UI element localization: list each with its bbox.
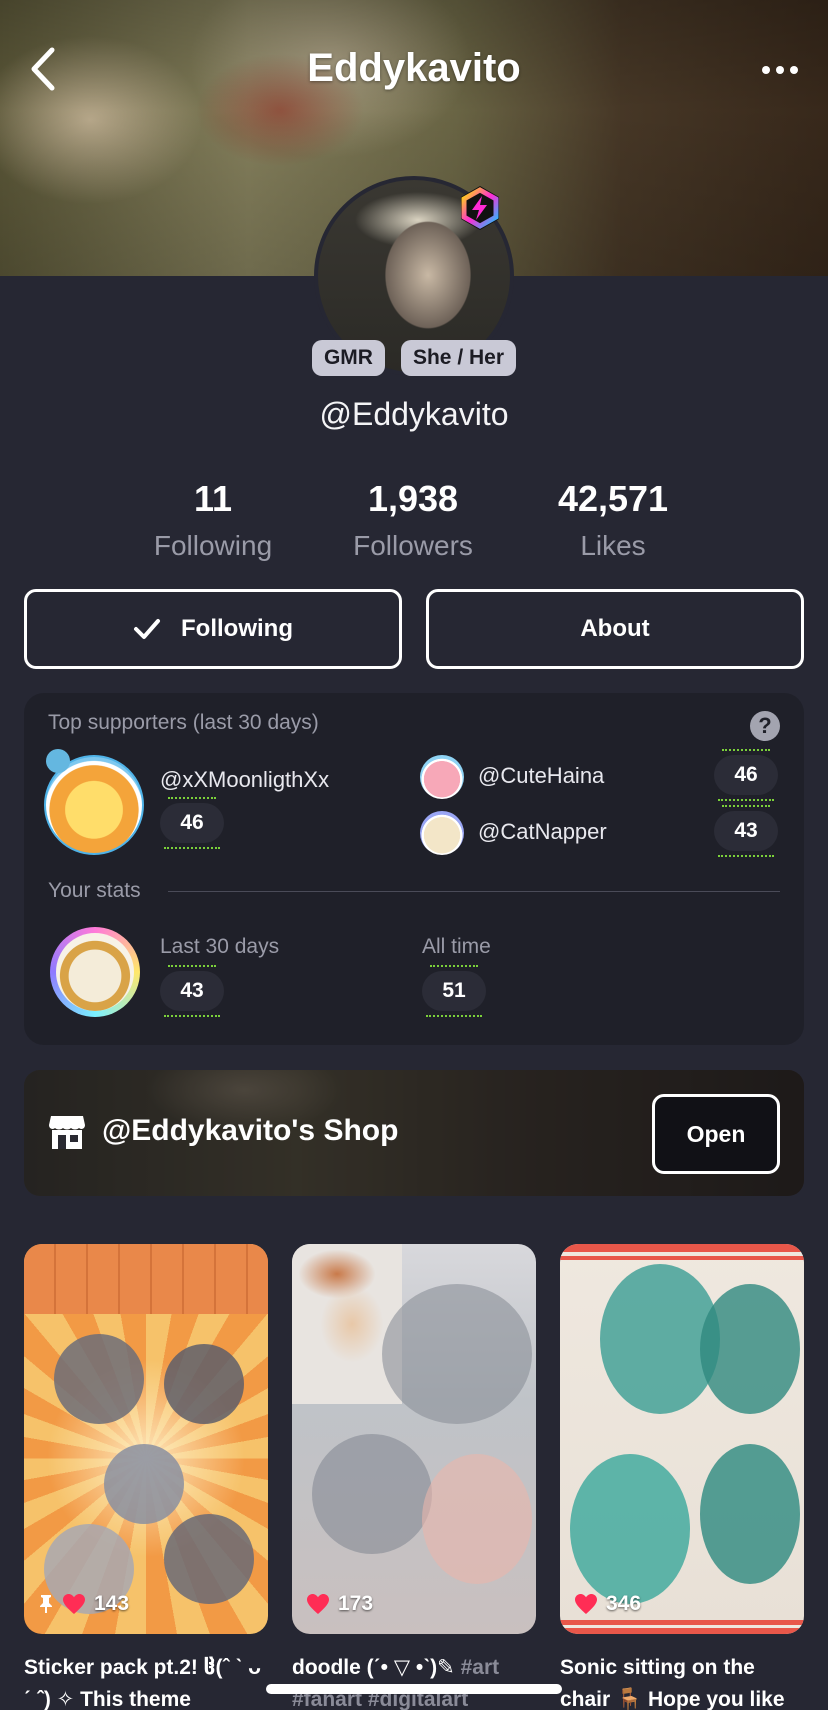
post-thumbnail-figure xyxy=(570,1454,690,1604)
following-button[interactable]: Following xyxy=(24,589,402,669)
post-thumbnail-figure xyxy=(422,1454,532,1584)
post-meta: 143 xyxy=(38,1592,129,1616)
post-like-count: 346 xyxy=(606,1592,642,1615)
divider xyxy=(168,891,780,892)
more-options-button[interactable] xyxy=(758,58,802,82)
last-30-days-label: Last 30 days xyxy=(160,935,280,958)
about-button-label: About xyxy=(580,615,650,642)
all-time-value: 51 xyxy=(422,965,486,1017)
page-title: Eddykavito xyxy=(307,46,521,90)
top-supporter-count: 46 xyxy=(160,797,224,849)
help-icon[interactable]: ? xyxy=(750,711,780,741)
stat-following[interactable]: 11 Following xyxy=(113,478,313,562)
supporter-name-catnapper[interactable]: @CatNapper xyxy=(478,819,607,845)
post-card[interactable]: 173 xyxy=(292,1244,536,1634)
supporter-count-catnapper: 43 xyxy=(714,805,778,857)
checkmark-icon xyxy=(134,619,160,639)
heart-icon xyxy=(63,1594,85,1614)
tag-gmr: GMR xyxy=(311,340,385,376)
heart-icon xyxy=(575,1594,597,1614)
supporter-avatar-cutehaina[interactable] xyxy=(420,755,464,799)
stat-likes-value: 42,571 xyxy=(557,478,669,519)
tag-pronouns: She / Her xyxy=(400,340,517,376)
top-supporters-title: Top supporters (last 30 days) xyxy=(48,711,319,734)
supporter-rank-icon xyxy=(46,749,70,773)
shop-title: @Eddykavito's Shop xyxy=(102,1114,399,1147)
post-thumbnail-figure xyxy=(312,1434,432,1554)
ellipsis-dot xyxy=(776,66,784,74)
stat-followers-value: 1,938 xyxy=(367,478,459,519)
post-like-count: 173 xyxy=(338,1592,374,1615)
following-button-label: Following xyxy=(181,615,293,642)
post-like-count: 143 xyxy=(94,1592,130,1615)
post-thumbnail-figure xyxy=(104,1444,184,1524)
stat-followers[interactable]: 1,938 Followers xyxy=(313,478,513,562)
post-meta: 346 xyxy=(574,1592,641,1616)
heart-icon xyxy=(307,1594,329,1614)
all-time-label: All time xyxy=(422,935,491,958)
post-caption[interactable]: Sticker pack pt.2! ჱ̒(ˆ ˋ ᴗ ˊ ˆ) ✧ This … xyxy=(24,1652,268,1710)
post-caption-text: doodle (ˊ• ▽ •ˋ)✎ xyxy=(292,1656,455,1679)
post-caption[interactable]: doodle (ˊ• ▽ •ˋ)✎ #art #fanart #digitala… xyxy=(292,1652,536,1710)
post-caption[interactable]: Sonic sitting on the chair 🪑 Hope you li… xyxy=(560,1652,804,1710)
pin-icon xyxy=(40,1595,52,1613)
post-thumbnail-figure xyxy=(700,1444,800,1584)
top-supporter-name[interactable]: @xXMoonligthXx xyxy=(160,767,329,793)
post-thumbnail-top xyxy=(24,1244,268,1314)
about-button[interactable]: About xyxy=(426,589,804,669)
top-supporters-card: Top supporters (last 30 days) ? @xXMoonl… xyxy=(24,693,804,1045)
post-thumbnail-stripe xyxy=(560,1244,804,1266)
post-thumbnail-stripe xyxy=(560,1620,804,1634)
shop-banner[interactable]: @Eddykavito's Shop Open xyxy=(24,1070,804,1196)
home-indicator[interactable] xyxy=(266,1684,562,1694)
profile-handle: @Eddykavito xyxy=(319,396,509,432)
supporter-name-cutehaina[interactable]: @CuteHaina xyxy=(478,763,604,789)
ellipsis-dot xyxy=(790,66,798,74)
my-avatar[interactable] xyxy=(50,927,140,1017)
post-thumbnail-figure xyxy=(54,1334,144,1424)
stat-following-value: 11 xyxy=(193,478,233,519)
supporter-count-cutehaina: 46 xyxy=(714,749,778,801)
stat-likes-label: Likes xyxy=(580,530,646,561)
lightning-badge-icon xyxy=(461,186,499,230)
post-thumbnail-figure xyxy=(292,1244,402,1404)
post-card[interactable]: 143 xyxy=(24,1244,268,1634)
my-avatar-image xyxy=(56,933,134,1011)
post-thumbnail-figure xyxy=(164,1514,254,1604)
supporter-avatar-catnapper[interactable] xyxy=(420,811,464,855)
profile-tags: GMR She / Her xyxy=(0,340,828,376)
storefront-icon xyxy=(49,1116,85,1149)
last-30-days-value: 43 xyxy=(160,965,224,1017)
post-thumbnail-figure xyxy=(164,1344,244,1424)
stat-followers-label: Followers xyxy=(353,530,473,561)
your-stats-label: Your stats xyxy=(48,879,141,902)
stat-likes[interactable]: 42,571 Likes xyxy=(513,478,713,562)
post-meta: 173 xyxy=(306,1592,373,1616)
ellipsis-icon xyxy=(762,66,770,74)
post-thumbnail-figure xyxy=(382,1284,532,1424)
shop-open-button[interactable]: Open xyxy=(652,1094,780,1174)
post-thumbnail-figure xyxy=(700,1284,800,1414)
stat-following-label: Following xyxy=(153,530,273,561)
post-card[interactable]: 346 xyxy=(560,1244,804,1634)
